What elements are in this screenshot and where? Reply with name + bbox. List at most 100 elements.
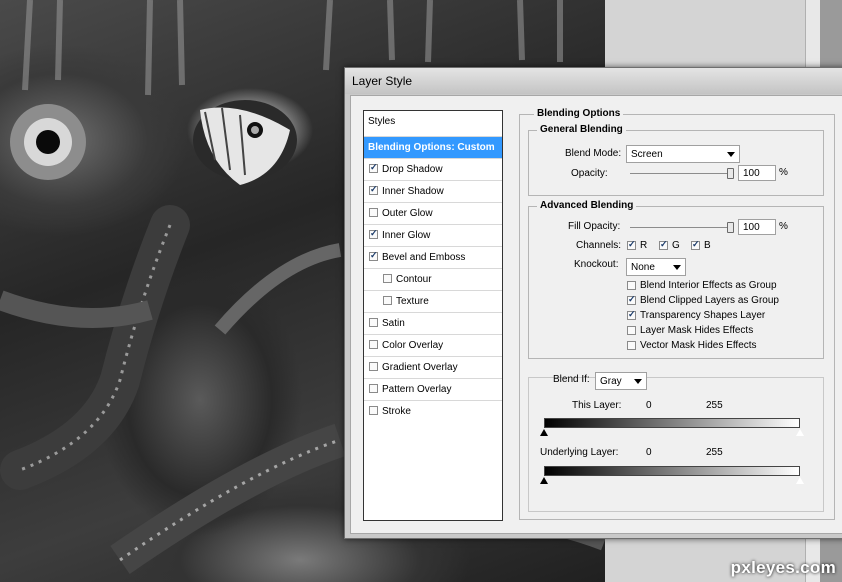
styles-item[interactable]: Stroke [364, 400, 502, 422]
style-item-label: Contour [396, 274, 432, 285]
fill-opacity-label: Fill Opacity: [568, 221, 621, 232]
fill-opacity-percent: % [779, 221, 788, 232]
underlying-layer-gradient [544, 466, 800, 476]
this-layer-max: 255 [706, 400, 723, 411]
style-item-label: Color Overlay [382, 340, 444, 351]
style-item-label: Stroke [382, 406, 411, 417]
layer-style-dialog: Layer Style Styles Blending Options: Cus… [344, 67, 842, 539]
styles-item[interactable]: Inner Shadow [364, 180, 502, 202]
knockout-label: Knockout: [574, 259, 619, 270]
advanced-option-checkbox[interactable] [627, 326, 636, 335]
style-item-label: Satin [382, 318, 405, 329]
style-checkbox[interactable] [369, 340, 378, 349]
knockout-select[interactable]: None [626, 258, 686, 276]
channel-label: B [704, 240, 711, 251]
advanced-option-checkbox[interactable] [627, 281, 636, 290]
style-checkbox[interactable] [369, 362, 378, 371]
this-layer-black-slider[interactable] [540, 429, 548, 436]
style-checkbox[interactable] [369, 228, 378, 239]
this-layer-min: 0 [646, 400, 652, 411]
styles-item[interactable]: Gradient Overlay [364, 356, 502, 378]
styles-header-label: Styles [368, 116, 396, 127]
watermark: pxleyes.com [730, 558, 836, 577]
blending-options-group: Blending Options General Blending Blend … [519, 108, 835, 520]
underlying-layer-label: Underlying Layer: [540, 447, 619, 458]
style-checkbox[interactable] [369, 184, 378, 195]
advanced-blending-group: Advanced Blending Fill Opacity: 100 % Ch… [528, 200, 824, 359]
this-layer-gradient [544, 418, 800, 428]
style-item-label: Drop Shadow [382, 164, 443, 175]
chevron-down-icon [673, 265, 681, 270]
styles-item[interactable]: Inner Glow [364, 224, 502, 246]
styles-item[interactable]: Pattern Overlay [364, 378, 502, 400]
blend-if-select[interactable]: Gray [595, 372, 647, 390]
advanced-option-label: Transparency Shapes Layer [640, 310, 766, 321]
blend-if-label: Blend If: [553, 374, 590, 385]
style-item-label: Gradient Overlay [382, 362, 458, 373]
styles-item[interactable]: Outer Glow [364, 202, 502, 224]
blend-mode-select[interactable]: Screen [626, 145, 740, 163]
style-checkbox[interactable] [383, 274, 392, 283]
blend-if-value: Gray [600, 376, 622, 387]
this-layer-label: This Layer: [572, 400, 622, 411]
channel-checkbox[interactable] [691, 239, 700, 250]
blend-mode-label: Blend Mode: [565, 148, 622, 159]
opacity-value: 100 [743, 168, 760, 179]
opacity-slider-track[interactable] [630, 173, 730, 174]
chevron-down-icon [727, 152, 735, 157]
style-item-label: Bevel and Emboss [382, 252, 466, 263]
style-item-label: Inner Glow [382, 230, 431, 241]
advanced-option-label: Blend Clipped Layers as Group [640, 295, 779, 306]
channel-label: R [640, 240, 648, 251]
opacity-percent: % [779, 167, 788, 178]
styles-item[interactable]: Satin [364, 312, 502, 334]
blending-options-title: Blending Options [534, 108, 624, 119]
advanced-option-label: Vector Mask Hides Effects [640, 340, 757, 351]
fill-opacity-slider-track[interactable] [630, 227, 730, 228]
opacity-input[interactable]: 100 [738, 165, 776, 181]
style-checkbox[interactable] [369, 208, 378, 217]
underlying-layer-min: 0 [646, 447, 652, 458]
this-layer-white-slider[interactable] [795, 428, 805, 437]
style-item-label: Texture [396, 296, 429, 307]
advanced-option-checkbox[interactable] [627, 294, 636, 305]
general-blending-group: General Blending Blend Mode: Screen Opac… [528, 124, 824, 196]
styles-item[interactable]: Color Overlay [364, 334, 502, 356]
style-checkbox[interactable] [369, 162, 378, 173]
styles-item[interactable]: Bevel and Emboss [364, 246, 502, 268]
advanced-option-label: Layer Mask Hides Effects [640, 325, 754, 336]
styles-list-header[interactable]: Styles [364, 111, 502, 133]
channels-label: Channels: [576, 240, 622, 251]
style-item-label: Pattern Overlay [382, 384, 452, 395]
advanced-option-label: Blend Interior Effects as Group [640, 280, 777, 291]
chevron-down-icon [634, 379, 642, 384]
dialog-title: Layer Style [352, 74, 413, 88]
underlying-layer-white-slider[interactable] [795, 476, 805, 485]
style-checkbox[interactable] [369, 250, 378, 261]
fill-opacity-input[interactable]: 100 [738, 219, 776, 235]
underlying-layer-black-slider[interactable] [540, 477, 548, 484]
style-checkbox[interactable] [369, 384, 378, 393]
styles-item-blending-options[interactable]: Blending Options: Custom [364, 136, 502, 158]
general-blending-title: General Blending [537, 124, 626, 135]
style-checkbox[interactable] [369, 318, 378, 327]
fill-opacity-slider-thumb[interactable] [727, 222, 734, 233]
styles-item[interactable]: Contour [364, 268, 502, 290]
styles-list: Styles Blending Options: Custom Drop Sha… [363, 110, 503, 521]
style-checkbox[interactable] [383, 296, 392, 305]
advanced-option-checkbox[interactable] [627, 341, 636, 350]
channel-label: G [672, 240, 680, 251]
styles-item[interactable]: Texture [364, 290, 502, 312]
knockout-value: None [631, 262, 655, 273]
fill-opacity-value: 100 [743, 222, 760, 233]
opacity-slider-thumb[interactable] [727, 168, 734, 179]
advanced-option-checkbox[interactable] [627, 309, 636, 320]
styles-item[interactable]: Drop Shadow [364, 158, 502, 180]
style-checkbox[interactable] [369, 406, 378, 415]
dialog-titlebar[interactable]: Layer Style [345, 68, 842, 94]
channel-checkbox[interactable] [659, 239, 668, 250]
style-item-label: Inner Shadow [382, 186, 444, 197]
advanced-blending-title: Advanced Blending [537, 200, 637, 211]
underlying-layer-max: 255 [706, 447, 723, 458]
channel-checkbox[interactable] [627, 239, 636, 250]
